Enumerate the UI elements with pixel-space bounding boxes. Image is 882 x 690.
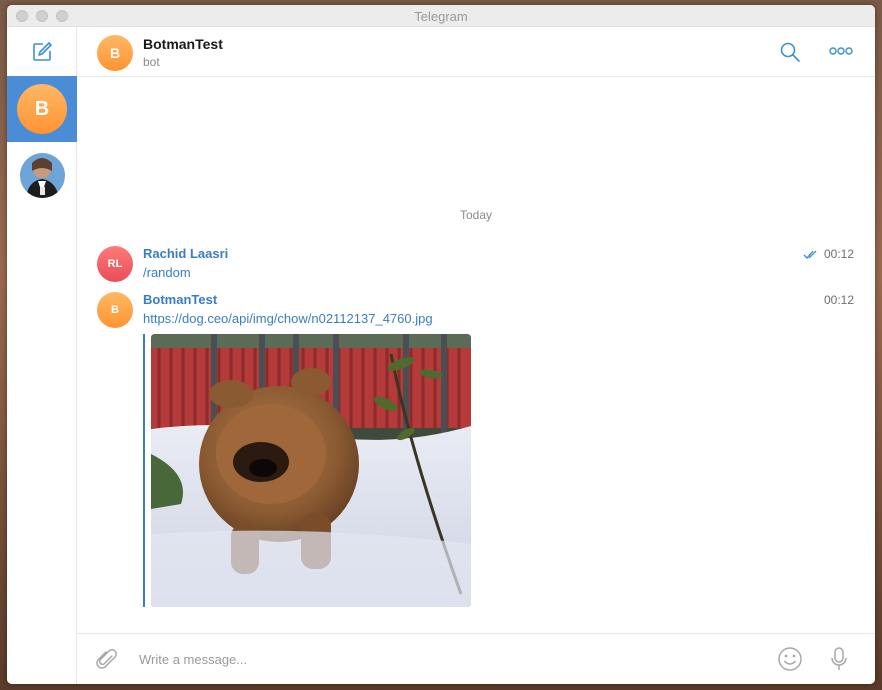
double-check-icon <box>803 250 817 259</box>
search-icon[interactable] <box>779 41 801 63</box>
chat-header: B BotmanTest bot <box>77 27 875 77</box>
telegram-window: Telegram B B BotmanTest bot Today RL Rac… <box>7 5 875 684</box>
avatar[interactable]: RL <box>97 246 133 282</box>
chat-status: bot <box>143 55 160 69</box>
photo-avatar <box>20 153 65 198</box>
link-preview-bar <box>143 334 145 607</box>
message-time: 00:12 <box>823 247 854 261</box>
message-author[interactable]: BotmanTest <box>143 292 217 307</box>
link-preview-image[interactable] <box>151 334 471 607</box>
message-time: 00:12 <box>823 293 854 307</box>
more-icon[interactable] <box>829 45 853 57</box>
sidebar-chat-photo[interactable] <box>7 142 77 208</box>
title-bar: Telegram <box>7 5 875 27</box>
date-separator: Today <box>459 208 493 222</box>
emoji-icon[interactable] <box>777 646 803 672</box>
avatar: B <box>17 84 67 134</box>
window-title: Telegram <box>414 9 468 24</box>
message-link[interactable]: https://dog.ceo/api/img/chow/n02112137_4… <box>143 311 433 326</box>
message-input[interactable] <box>139 646 759 672</box>
message-author[interactable]: Rachid Laasri <box>143 246 228 261</box>
sidebar-chat-botmantest[interactable]: B <box>7 76 77 142</box>
message-text[interactable]: /random <box>143 265 191 280</box>
message-composer <box>77 633 875 684</box>
chat-title[interactable]: BotmanTest <box>143 36 223 52</box>
message-list[interactable]: Today RL Rachid Laasri /random 00:12 B B… <box>77 78 875 633</box>
attach-icon[interactable] <box>96 648 118 672</box>
compose-icon[interactable] <box>30 40 54 64</box>
chat-sidebar: B <box>7 27 77 684</box>
microphone-icon[interactable] <box>829 646 849 672</box>
avatar[interactable]: B <box>97 35 133 71</box>
avatar[interactable]: B <box>97 292 133 328</box>
